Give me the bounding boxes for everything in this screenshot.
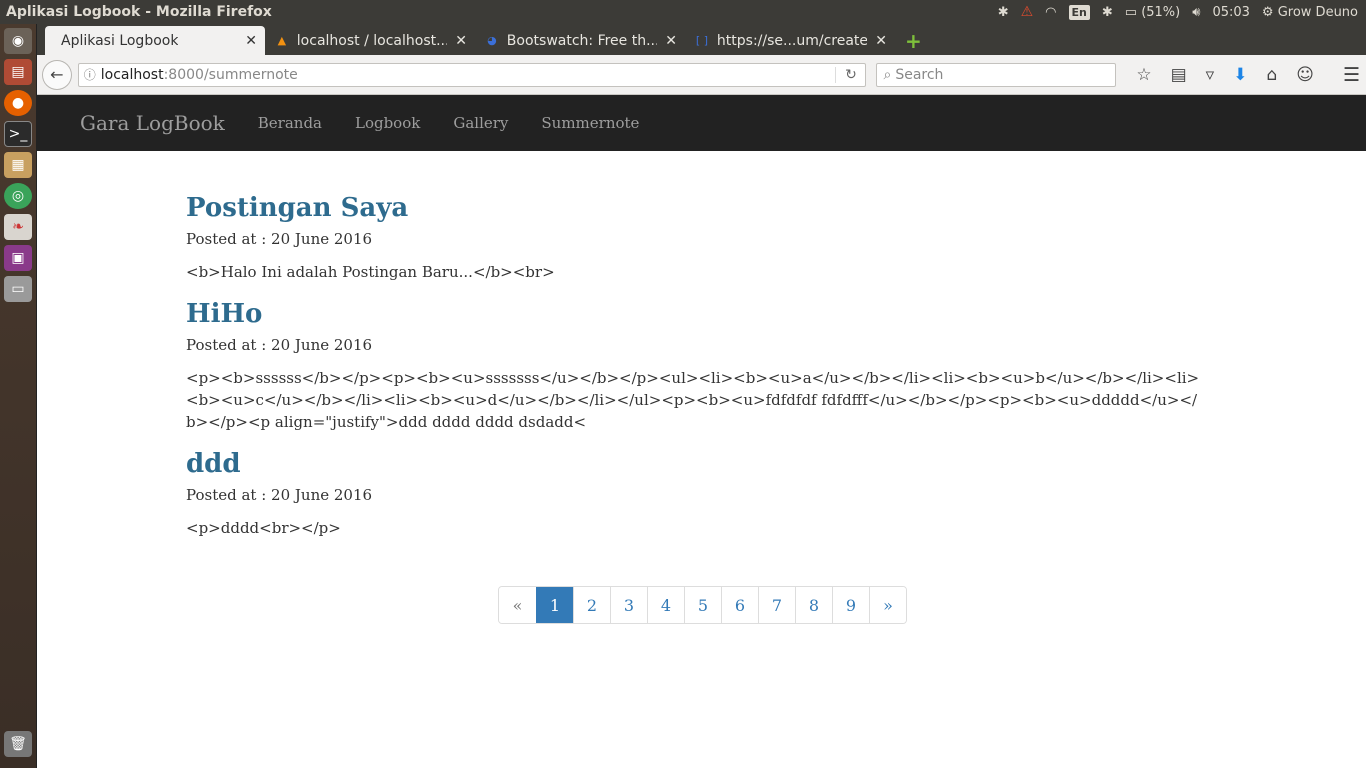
- post-item: HiHo Posted at : 20 June 2016 <p><b>ssss…: [186, 297, 1366, 433]
- tab-label: Bootswatch: Free th...: [506, 32, 658, 49]
- post-title[interactable]: ddd: [186, 447, 1366, 481]
- close-icon[interactable]: ✕: [665, 33, 677, 49]
- tab-create[interactable]: [ ] https://se...um/create ✕: [685, 26, 895, 55]
- drive-icon[interactable]: ▭: [4, 276, 32, 302]
- pagination-page-2[interactable]: 2: [573, 587, 610, 623]
- browser-icon[interactable]: ◎: [4, 183, 32, 209]
- archive-icon[interactable]: ▦: [4, 152, 32, 178]
- close-icon[interactable]: ✕: [455, 33, 467, 49]
- phpmyadmin-favicon-icon: ▲: [277, 34, 287, 47]
- system-tray: ✱ ⚠ ◠ En ✱ ▭ (51%) 🔊︎ 05:03 ⚙ Grow Deuno: [998, 4, 1366, 20]
- bookmark-star-icon[interactable]: ☆: [1136, 65, 1151, 85]
- browser-window: Aplikasi Logbook ✕ ▲ localhost / localho…: [37, 24, 1366, 768]
- post-date: Posted at : 20 June 2016: [186, 486, 373, 504]
- search-icon: ⌕: [883, 66, 892, 83]
- hamburger-menu-icon[interactable]: ☰: [1343, 64, 1360, 86]
- clock[interactable]: 05:03: [1212, 5, 1249, 20]
- pagination-page-6[interactable]: 6: [721, 587, 758, 623]
- window-title: Aplikasi Logbook - Mozilla Firefox: [6, 4, 272, 20]
- tab-bootswatch[interactable]: ◕ Bootswatch: Free th... ✕: [475, 26, 685, 55]
- tab-label: localhost / localhost...: [296, 32, 448, 49]
- close-icon[interactable]: ✕: [875, 33, 887, 49]
- url-host: localhost: [100, 66, 164, 83]
- nav-link-summernote[interactable]: Summernote: [541, 114, 639, 132]
- post-item: Postingan Saya Posted at : 20 June 2016 …: [186, 191, 1366, 283]
- tab-aplikasi-logbook[interactable]: Aplikasi Logbook ✕: [45, 26, 265, 55]
- url-bar[interactable]: ⓘ localhost:8000/summernote ↻: [77, 62, 867, 87]
- post-date: Posted at : 20 June 2016: [186, 230, 373, 248]
- site-brand[interactable]: Gara LogBook: [80, 111, 225, 135]
- post-title[interactable]: Postingan Saya: [186, 191, 1366, 225]
- volume-icon[interactable]: 🔊︎: [1192, 5, 1200, 20]
- system-top-panel: Aplikasi Logbook - Mozilla Firefox ✱ ⚠ ◠…: [0, 0, 1366, 24]
- nav-link-logbook[interactable]: Logbook: [355, 114, 420, 132]
- browser-toolbar: ← ⓘ localhost:8000/summernote ↻ ⌕ Search…: [37, 55, 1366, 95]
- reading-list-icon[interactable]: ▤: [1171, 65, 1187, 85]
- pagination: « 1 2 3 4 5 6 7 8 9 »: [498, 586, 907, 624]
- bluetooth-status-icon[interactable]: ✱: [1102, 5, 1113, 20]
- bootswatch-favicon-icon: ◕: [487, 34, 497, 47]
- firefox-icon[interactable]: ●: [4, 90, 32, 116]
- pagination-page-5[interactable]: 5: [684, 587, 721, 623]
- keyboard-layout-indicator[interactable]: En: [1068, 4, 1090, 20]
- pagination-page-4[interactable]: 4: [647, 587, 684, 623]
- wifi-icon[interactable]: ◠: [1045, 5, 1056, 20]
- page-favicon-icon: [ ]: [695, 34, 708, 47]
- download-arrow-icon[interactable]: ⬇: [1233, 65, 1247, 85]
- launcher: ◉ ▤ ● >_ ▦ ◎ ❧ ▣ ▭ 🗑︎: [0, 24, 37, 768]
- post-date: Posted at : 20 June 2016: [186, 336, 373, 354]
- pagination-page-3[interactable]: 3: [610, 587, 647, 623]
- back-arrow-icon[interactable]: ←: [42, 59, 72, 90]
- reload-icon[interactable]: ↻: [835, 66, 865, 83]
- pagination-next[interactable]: »: [869, 587, 906, 623]
- posts-list: Postingan Saya Posted at : 20 June 2016 …: [37, 151, 1366, 539]
- site-navbar: Gara LogBook Beranda Logbook Gallery Sum…: [37, 95, 1366, 151]
- pagination-page-9[interactable]: 9: [832, 587, 869, 623]
- terminal-icon[interactable]: >_: [4, 121, 32, 147]
- battery-indicator[interactable]: ▭ (51%): [1125, 5, 1180, 20]
- pagination-prev[interactable]: «: [499, 587, 536, 623]
- new-tab-plus-icon[interactable]: +: [895, 29, 932, 55]
- search-placeholder: Search: [895, 66, 944, 83]
- pocket-icon[interactable]: ▿: [1206, 65, 1215, 85]
- nav-link-beranda[interactable]: Beranda: [258, 114, 322, 132]
- tab-label: https://se...um/create: [716, 32, 868, 49]
- url-path: :8000/summernote: [163, 66, 298, 83]
- pagination-page-7[interactable]: 7: [758, 587, 795, 623]
- post-item: ddd Posted at : 20 June 2016 <p>dddd<br>…: [186, 447, 1366, 539]
- trash-icon[interactable]: 🗑︎: [4, 731, 32, 757]
- workspace-icon[interactable]: ▣: [4, 245, 32, 271]
- post-body: <b>Halo Ini adalah Postingan Baru...</b>…: [186, 263, 555, 281]
- dash-icon[interactable]: ◉: [4, 28, 32, 54]
- post-body: <p>dddd<br></p>: [186, 519, 341, 537]
- gear-icon: ⚙: [1261, 4, 1274, 20]
- bluetooth-icon[interactable]: ✱: [998, 5, 1009, 20]
- tab-phpmyadmin[interactable]: ▲ localhost / localhost... ✕: [265, 26, 475, 55]
- pagination-page-8[interactable]: 8: [795, 587, 832, 623]
- nav-link-gallery[interactable]: Gallery: [453, 114, 508, 132]
- tab-label: Aplikasi Logbook: [61, 32, 179, 49]
- chat-icon[interactable]: ☺: [1296, 65, 1314, 85]
- warning-icon[interactable]: ⚠: [1021, 4, 1034, 20]
- battery-percent: (51%): [1141, 4, 1181, 20]
- toolbar-icons: ☆ ▤ ▿ ⬇ ⌂ ☺ ☰: [1136, 64, 1360, 86]
- files-icon[interactable]: ▤: [4, 59, 32, 85]
- info-icon[interactable]: ⓘ: [79, 66, 101, 83]
- search-input[interactable]: ⌕ Search: [876, 62, 1117, 87]
- username: Grow Deuno: [1277, 4, 1358, 20]
- app-icon[interactable]: ❧: [4, 214, 32, 240]
- post-body: <p><b>ssssss</b></p><p><b><u>sssssss</u>…: [186, 369, 1200, 431]
- close-icon[interactable]: ✕: [245, 33, 257, 49]
- pagination-page-1[interactable]: 1: [536, 587, 573, 623]
- tab-strip: Aplikasi Logbook ✕ ▲ localhost / localho…: [37, 24, 1366, 55]
- home-icon[interactable]: ⌂: [1266, 65, 1277, 85]
- post-title[interactable]: HiHo: [186, 297, 1366, 331]
- session-menu[interactable]: ⚙ Grow Deuno: [1262, 5, 1358, 20]
